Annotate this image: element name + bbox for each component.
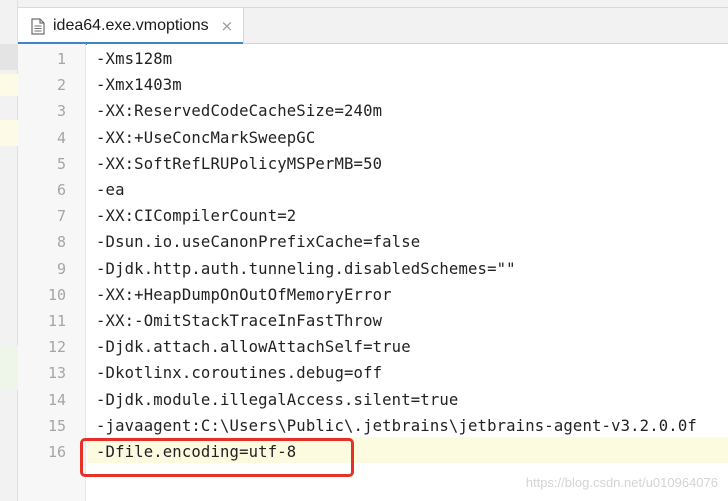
line-number: 9 [56, 259, 66, 278]
code-line[interactable]: -XX:CICompilerCount=2 [87, 203, 728, 229]
editor-tab-bar: idea64.exe.vmoptions × [18, 8, 728, 45]
code-line[interactable]: -XX:+HeapDumpOnOutOfMemoryError [87, 282, 728, 308]
line-number: 4 [56, 128, 66, 147]
code-line-text: -javaagent:C:\Users\Public\.jetbrains\je… [96, 416, 697, 435]
gutter-row: 16 [18, 439, 86, 465]
gutter-row: 12 [18, 334, 86, 360]
code-line[interactable]: -Dkotlinx.coroutines.debug=off [87, 360, 728, 386]
line-number: 8 [56, 233, 66, 252]
line-number: 7 [56, 207, 66, 226]
line-number: 16 [47, 443, 66, 461]
line-number: 13 [47, 364, 66, 383]
watermark: https://blog.csdn.net/u010964076 [525, 475, 718, 490]
window-top-edge [18, 0, 728, 8]
line-number: 3 [56, 102, 66, 121]
code-line-text: -XX:CICompilerCount=2 [96, 207, 297, 226]
code-line[interactable]: -Djdk.http.auth.tunneling.disabledScheme… [87, 256, 728, 282]
line-number: 10 [47, 285, 66, 304]
gutter-row: 7 [18, 203, 86, 229]
code-line[interactable]: -XX:ReservedCodeCacheSize=240m [87, 98, 728, 124]
strip-marker [0, 44, 18, 70]
gutter-row: 5 [18, 151, 86, 177]
code-line[interactable]: -XX:SoftRefLRUPolicyMSPerMB=50 [87, 151, 728, 177]
gutter-row: 11 [18, 308, 86, 334]
gutter-row: 13 [18, 360, 86, 386]
code-line-text: -ea [96, 181, 125, 199]
code-editor[interactable]: -Xms128m -Xmx1403m -XX:ReservedCodeCacheSi… [87, 44, 728, 501]
code-line[interactable]: -Djdk.attach.allowAttachSelf=true [87, 334, 728, 360]
red-highlight-box [80, 438, 354, 477]
code-line-text: -Xmx1403m [96, 76, 182, 95]
strip-marker [0, 120, 18, 146]
left-tool-strip [0, 0, 18, 501]
line-number: 12 [47, 338, 66, 357]
tab-label: idea64.exe.vmoptions [53, 17, 209, 34]
code-line[interactable]: -Xmx1403m [87, 72, 728, 98]
code-line[interactable]: -Djdk.module.illegalAccess.silent=true [87, 387, 728, 413]
gutter-row: 6 [18, 177, 86, 203]
line-number: 2 [56, 76, 66, 95]
gutter-row: 15 [18, 413, 86, 439]
code-line-text: -Dsun.io.useCanonPrefixCache=false [96, 233, 421, 252]
code-line[interactable]: -XX:+UseConcMarkSweepGC [87, 125, 728, 151]
strip-marker [0, 74, 18, 96]
code-line-text: -XX:-OmitStackTraceInFastThrow [96, 312, 383, 330]
line-number: 5 [56, 154, 66, 173]
code-line[interactable]: -Xms128m [87, 46, 728, 72]
line-number: 6 [56, 181, 66, 199]
code-line-text: -Djdk.module.illegalAccess.silent=true [96, 390, 459, 409]
strip-marker [0, 345, 18, 390]
gutter-row: 1 [18, 46, 86, 72]
code-line[interactable]: -Dsun.io.useCanonPrefixCache=false [87, 229, 728, 255]
code-line-text: -Xms128m [96, 50, 173, 68]
gutter-row: 8 [18, 229, 86, 255]
gutter-row: 2 [18, 72, 86, 98]
close-icon[interactable]: × [221, 18, 234, 34]
code-line-text: -Dkotlinx.coroutines.debug=off [96, 364, 383, 383]
gutter-row: 14 [18, 387, 86, 413]
code-line-text: -XX:+UseConcMarkSweepGC [96, 128, 316, 147]
code-line[interactable]: -XX:-OmitStackTraceInFastThrow [87, 308, 728, 334]
code-line[interactable]: -ea [87, 177, 728, 203]
line-numbers: 1 2 3 4 5 6 7 8 9 10 11 12 13 14 15 16 [18, 44, 86, 501]
line-number: 15 [47, 416, 66, 435]
gutter-row: 4 [18, 125, 86, 151]
line-number: 14 [47, 390, 66, 409]
code-line[interactable]: -javaagent:C:\Users\Public\.jetbrains\je… [87, 413, 728, 439]
gutter-row: 10 [18, 282, 86, 308]
gutter-row: 3 [18, 98, 86, 124]
code-line-text: -XX:SoftRefLRUPolicyMSPerMB=50 [96, 154, 383, 173]
code-line-text: -XX:ReservedCodeCacheSize=240m [96, 102, 383, 121]
line-number: 1 [56, 50, 66, 68]
code-line-text: -Djdk.attach.allowAttachSelf=true [96, 338, 411, 357]
code-line-text: -Djdk.http.auth.tunneling.disabledScheme… [96, 259, 516, 278]
text-file-icon [31, 17, 45, 35]
tab-vmoptions[interactable]: idea64.exe.vmoptions × [18, 8, 244, 45]
gutter-row: 9 [18, 256, 86, 282]
line-number: 11 [47, 312, 66, 330]
code-line-text: -XX:+HeapDumpOnOutOfMemoryError [96, 285, 392, 304]
